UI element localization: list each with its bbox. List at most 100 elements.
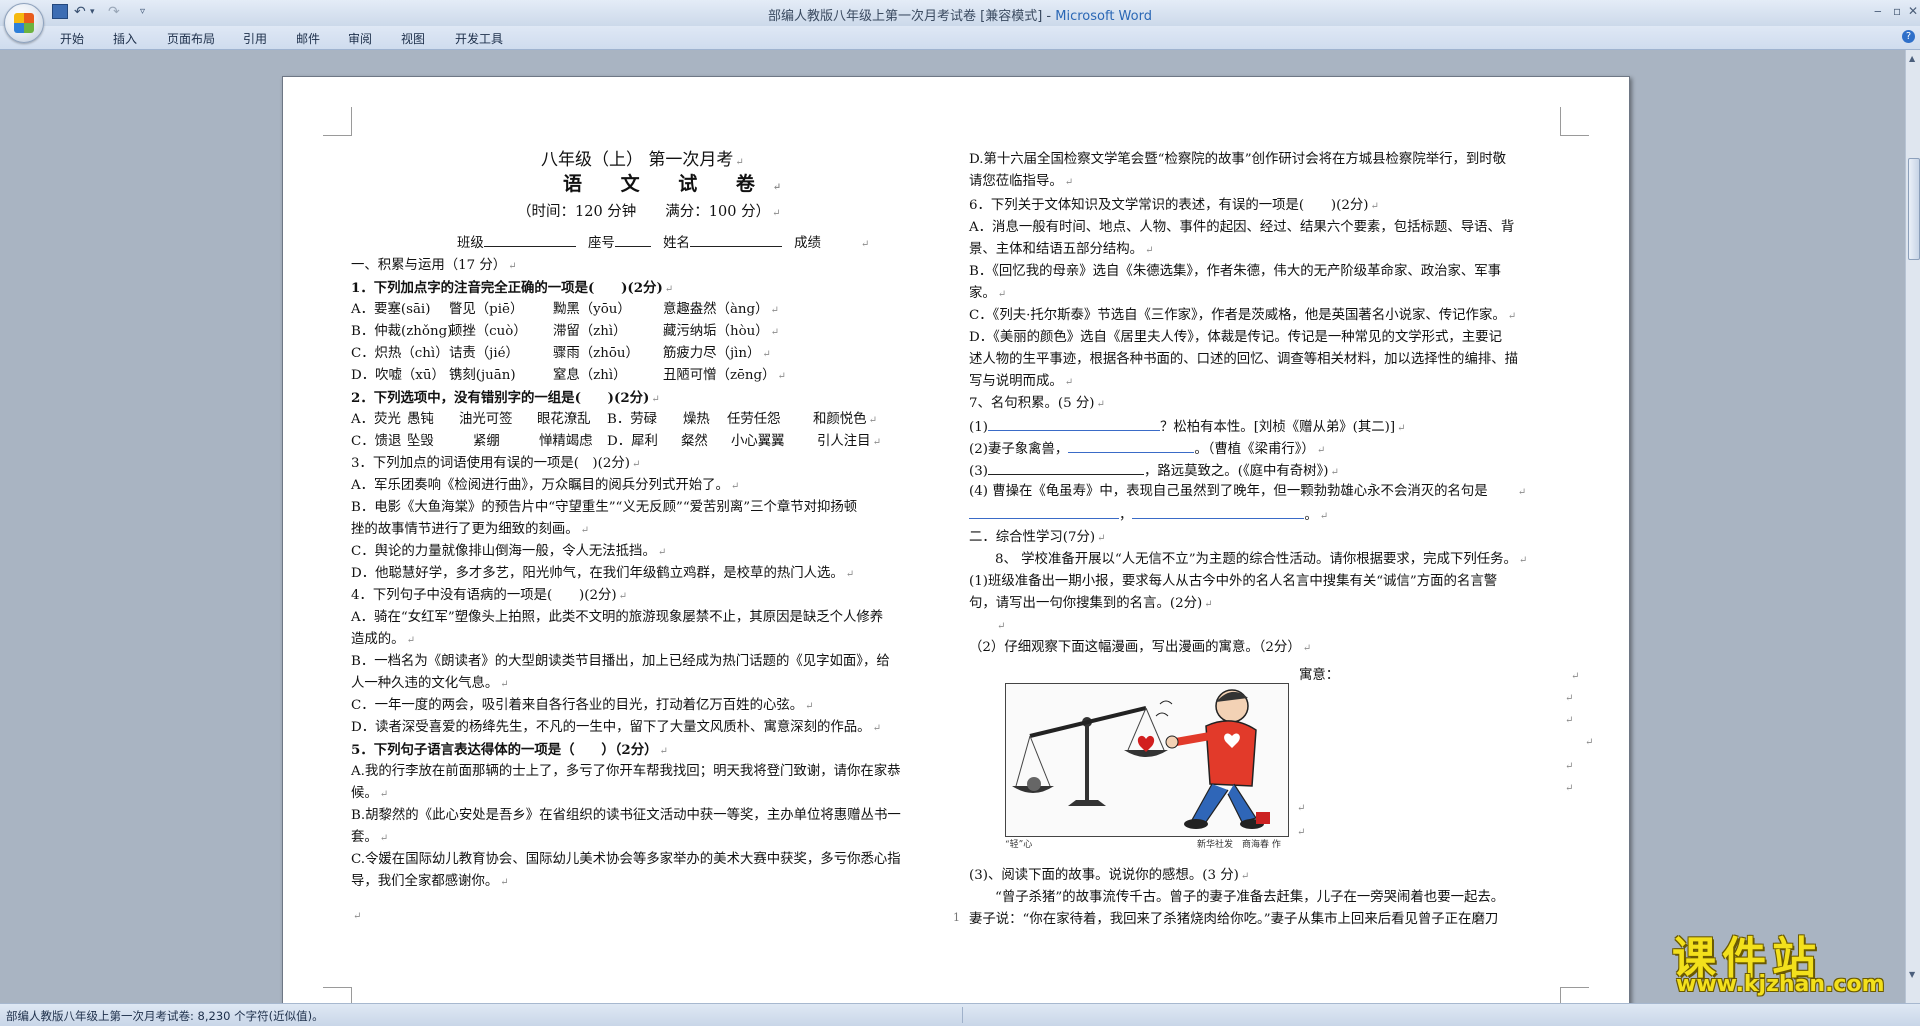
question-7-item-3: (3) ，路远莫致之。(《庭中有奇树》) ↵	[969, 461, 1339, 482]
document-name: 部编人教版八年级上第一次月考试卷 [兼容模式] -	[768, 9, 1056, 24]
question-5-option-b: B.胡黎然的《此心安处是吾乡》在省组织的读书征文活动中获一等奖，主办单位将惠赠丛…	[351, 808, 901, 823]
crop-mark	[323, 107, 352, 136]
question-8: 8、 学校准备开展以“人无信不立”为主题的综合性活动。请你根据要求，完成下列任务…	[995, 552, 1528, 567]
exam-subject-title: 语 文 试 卷 ↵	[563, 173, 798, 195]
paragraph-mark: ↵	[1297, 803, 1306, 814]
help-icon[interactable]: ?	[1902, 30, 1915, 43]
watermark-url: www.kjzhan.com	[1676, 972, 1885, 997]
tab-review[interactable]: 审阅	[348, 30, 372, 47]
question-4-option-b-cont: 人一种久违的文化气息。 ↵	[351, 676, 509, 691]
question-1-option-b: B．仲裁(zhǒng)顿挫（cuò） 滞留（zhì） 藏污纳垢（hòu） ↵	[351, 324, 780, 339]
tab-mailings[interactable]: 邮件	[296, 30, 320, 47]
question-8-task-1-cont: 句，请写出一句你搜集到的名言。(2分) ↵	[969, 596, 1213, 611]
question-6-option-b: B．《回忆我的母亲》选自《朱德选集》，作者朱德，伟大的无产阶级革命家、政治家、军…	[969, 264, 1502, 279]
question-4-option-b: B．一档名为《朗读者》的大型朗读类节目播出，加上已经成为热门话题的《见字如面》，…	[351, 654, 890, 669]
question-2-option-cd: C．馈退 坠毁 紧绷 惮精竭虑 D．犀利 粲然 小心翼翼 引人注目 ↵	[351, 434, 881, 449]
status-word-count[interactable]: 部编人教版八年级上第一次月考试卷: 8,230 个字符(近似值)。	[6, 1008, 324, 1024]
question-3: 3．下列加点的词语使用有误的一项是( )(2分) ↵	[351, 456, 641, 471]
crop-mark	[1560, 107, 1589, 136]
question-6-option-b-cont: 家。 ↵	[969, 286, 1007, 301]
title-bar: ↶ ▾ ↷ ▿ 部编人教版八年级上第一次月考试卷 [兼容模式] - Micros…	[0, 0, 1920, 27]
tab-view[interactable]: 视图	[401, 30, 425, 47]
question-3-option-d: D．他聪慧好学，多才多艺，阳光帅气，在我们年级鹤立鸡群，是校草的热门人选。 ↵	[351, 566, 855, 581]
paragraph-mark: ↵	[1571, 671, 1580, 682]
implication-label: 寓意：	[1299, 668, 1340, 683]
question-6: 6．下列关于文体知识及文学常识的表述，有误的一项是( )(2分) ↵	[969, 198, 1379, 213]
question-8-task-2: （2）仔细观察下面这幅漫画，写出漫画的寓意。（2分） ↵	[969, 640, 1312, 655]
question-5-option-d: D.第十六届全国检察文学笔会暨“检察院的故事”创作研讨会将在方城县检察院举行，到…	[969, 152, 1507, 167]
question-4-option-a: A．骑在“女红军”塑像头上拍照，此类不文明的旅游现象屡禁不止，其原因是缺乏个人修…	[351, 610, 884, 625]
question-5-option-a-cont: 候。 ↵	[351, 786, 389, 801]
paragraph-mark: ↵	[1565, 761, 1574, 772]
question-8-task-3: (3)、阅读下面的故事。说说你的感想。(3 分) ↵	[969, 868, 1250, 883]
question-7-item-4: (4) 曹操在《龟虽寿》中，表现自己虽然到了晚年，但一颗勃勃雄心永不会消灭的名句…	[969, 484, 1527, 499]
document-workspace[interactable]: 八年级（上） 第一次月考 ↵ 语 文 试 卷 ↵ （时间：120 分钟 满分：100…	[0, 50, 1905, 1016]
question-1: 1．下列加点字的注音完全正确的一项是( )(2分) ↵	[351, 280, 674, 296]
question-6-option-a: A．消息一般有时间、地点、人物、事件的起因、经过、结果六个要素，包括标题、导语、…	[969, 220, 1515, 235]
minimize-button[interactable]: ‒	[1874, 4, 1882, 18]
question-4: 4．下列句子中没有语病的一项是( )(2分) ↵	[351, 588, 627, 603]
page-number: 1	[953, 911, 960, 924]
cartoon-caption-credit: 新华社发 商海春 作	[1197, 840, 1281, 850]
question-5-option-b-cont: 套。 ↵	[351, 830, 389, 845]
question-1-option-c: C．炽热（chì）诘责（jié） 骤雨（zhōu） 筋疲力尽（jìn） ↵	[351, 346, 771, 361]
question-5-option-d-cont: 请您莅临指导。 ↵	[969, 174, 1074, 189]
question-2-option-ab: A．荧光 愚钝 油光可签 眼花潦乱 B．劳碌 燥热 任劳任怨 和颜悦色 ↵	[351, 412, 877, 427]
tab-references[interactable]: 引用	[243, 30, 267, 47]
site-watermark: 课件站 www.kjzhan.com	[1672, 922, 1902, 1006]
status-bar: 部编人教版八年级上第一次月考试卷: 8,230 个字符(近似值)。	[0, 1003, 1920, 1026]
app-name: Microsoft Word	[1055, 9, 1152, 24]
question-6-option-d-cont2: 写与说明而成。 ↵	[969, 374, 1074, 389]
question-4-option-d: D．读者深受喜爱的杨绛先生，不凡的一生中，留下了大量文风质朴、寓意深刻的作品。 ↵	[351, 720, 881, 735]
office-logo-icon	[14, 13, 34, 33]
paragraph-mark: ↵	[1297, 827, 1306, 838]
question-1-option-d: D．吹嘘（xū） 镌刻(juān) 窒息（zhì） 丑陋可憎（zēng） ↵	[351, 368, 786, 383]
story-paragraph: “曾子杀猪”的故事流传千古。曾子的妻子准备去赶集，儿子在一旁哭闹着也要一起去。	[995, 890, 1505, 905]
office-button[interactable]	[4, 3, 44, 43]
status-divider	[962, 1007, 963, 1023]
question-3-option-b: B．电影《大鱼海棠》的预告片中“守望重生”“义无反顾”“爱苦别离”三个章节对抑扬…	[351, 500, 858, 515]
paragraph-mark: ↵	[1565, 693, 1574, 704]
document-page[interactable]: 八年级（上） 第一次月考 ↵ 语 文 试 卷 ↵ （时间：120 分钟 满分：100…	[282, 76, 1630, 1016]
question-6-option-a-cont: 景、主体和结语五部分结构。 ↵	[969, 242, 1154, 257]
exam-time-line: （时间：120 分钟 满分：100 分） ↵	[517, 204, 781, 220]
window-title: 部编人教版八年级上第一次月考试卷 [兼容模式] - Microsoft Word	[0, 5, 1920, 24]
question-5-option-c-cont: 导，我们全家都感谢你。 ↵	[351, 874, 509, 889]
question-8-task-1: (1)班级准备出一期小报，要求每人从古今中外的名人名言中搜集有关“诚信”方面的名…	[969, 574, 1498, 589]
balance-scale-cartoon	[1006, 684, 1288, 836]
question-5-option-c: C.令媛在国际幼儿教育协会、国际幼儿美术协会等多家举办的美术大赛中获奖，多亏你悉…	[351, 852, 901, 867]
close-button[interactable]: ✕	[1908, 4, 1918, 18]
question-6-option-d-cont: 述人物的生平事迹，根据各种书面的、口述的回忆、调查等相关材料，加以选择性的编排、…	[969, 352, 1519, 367]
question-4-option-a-cont: 造成的。 ↵	[351, 632, 415, 647]
ribbon-tabs: 开始 插入 页面布局 引用 邮件 审阅 视图 开发工具	[0, 26, 1920, 50]
scroll-up-icon[interactable]: ▲	[1909, 54, 1915, 63]
question-6-option-d: D．《美丽的颜色》选自《居里夫人传》，体裁是传记。传记是一种常见的文学形式，主要…	[969, 330, 1502, 345]
scrollbar-thumb[interactable]	[1908, 158, 1920, 260]
question-2: 2．下列选项中，没有错别字的一组是( )(2分) ↵	[351, 390, 660, 406]
question-7-item-1: (1) ？松柏有本性。[刘桢《赠从弟》(其二)] ↵	[969, 417, 1406, 438]
empty-paragraph-mark: ↵	[353, 911, 362, 922]
vertical-scrollbar[interactable]: ▲ ▼	[1905, 50, 1920, 1003]
scroll-down-icon[interactable]: ▼	[1909, 970, 1915, 979]
question-1-option-a: A．要塞(sāi) 瞥见（piē） 黝黑（yōu） 意趣盎然（àng） ↵	[351, 302, 779, 317]
question-7: 7、名句积累。(5 分) ↵	[969, 396, 1105, 411]
tab-insert[interactable]: 插入	[113, 30, 137, 47]
section-2-heading: 二．综合性学习(7分) ↵	[969, 530, 1106, 545]
maximize-button[interactable]: ▫	[1893, 4, 1901, 18]
tab-home[interactable]: 开始	[60, 30, 84, 47]
exam-title: 八年级（上） 第一次月考 ↵	[541, 150, 744, 170]
question-7-item-2: (2)妻子象禽兽， 。（曹植《梁甫行》） ↵	[969, 439, 1325, 460]
empty-paragraph-mark: ↵	[997, 621, 1006, 632]
question-3-option-c: C．舆论的力量就像排山倒海一般，令人无法抵挡。 ↵	[351, 544, 667, 559]
paragraph-mark: ↵	[1585, 737, 1594, 748]
question-5: 5．下列句子语言表达得体的一项是（ ）（2分） ↵	[351, 742, 668, 758]
student-info-line: 班级 座号 姓名 成绩 ↵	[457, 233, 869, 254]
tab-developer[interactable]: 开发工具	[455, 30, 503, 47]
question-4-option-c: C．一年一度的两会，吸引着来自各行各业的目光，打动着亿万百姓的心弦。 ↵	[351, 698, 814, 713]
cartoon-image[interactable]	[1005, 683, 1289, 837]
question-3-option-b-cont: 挫的故事情节进行了更为细致的刻画。 ↵	[351, 522, 590, 537]
paragraph-mark: ↵	[1565, 783, 1574, 794]
tab-page-layout[interactable]: 页面布局	[167, 30, 215, 47]
section-1-heading: 一、积累与运用（17 分） ↵	[351, 258, 517, 273]
question-6-option-c: C．《列夫·托尔斯泰》节选自《三作家》，作者是茨威格，他是英国著名小说家、传记作…	[969, 308, 1517, 323]
